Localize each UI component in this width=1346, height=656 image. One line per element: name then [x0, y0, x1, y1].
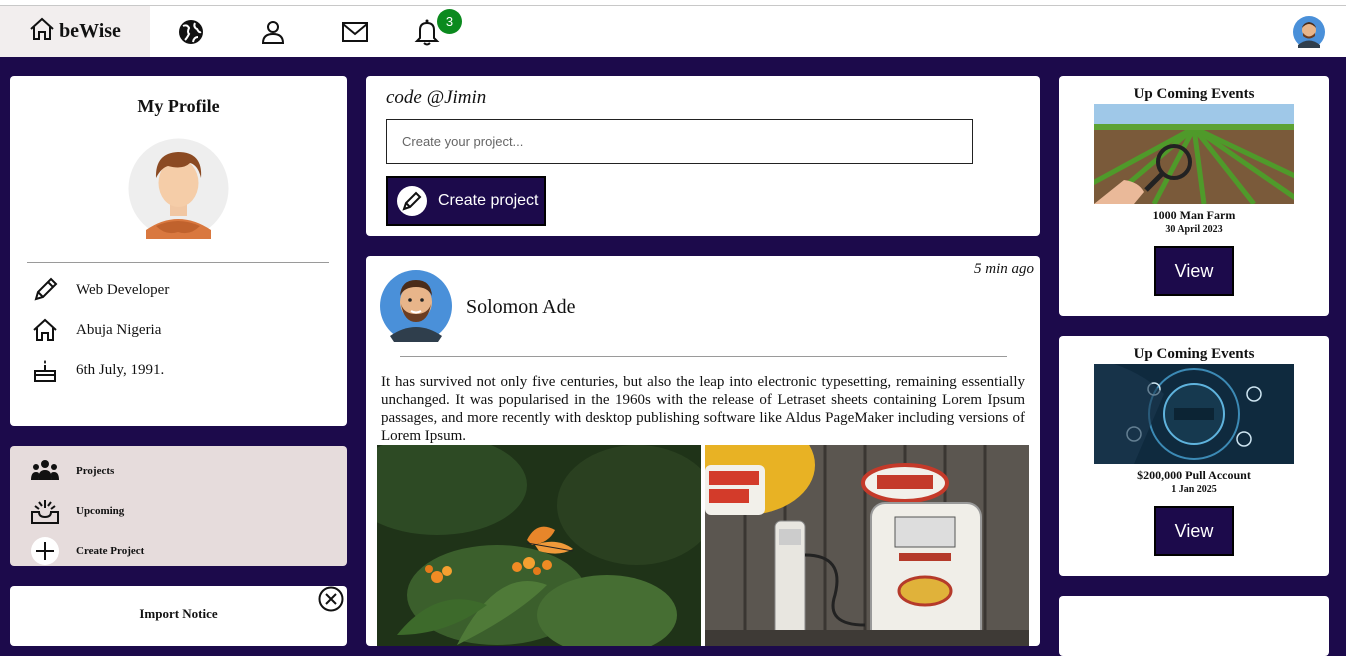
post-image-gas-pump[interactable]	[705, 445, 1029, 646]
post-timestamp: 5 min ago	[974, 261, 1034, 277]
user-avatar[interactable]	[1293, 16, 1325, 48]
cake-icon	[34, 360, 56, 382]
sidebar-item-projects[interactable]: Projects	[30, 456, 114, 486]
brand-label: beWise	[59, 20, 121, 42]
create-project-label: Create project	[438, 192, 539, 209]
profile-birthday: 6th July, 1991.	[32, 357, 164, 383]
profile-divider	[27, 262, 329, 263]
inbox-icon	[31, 500, 59, 524]
event-card-1: Up Coming Events 1000 Man Farm 30 April …	[1059, 76, 1329, 316]
post-author-name[interactable]: Solomon Ade	[466, 296, 575, 319]
event-heading: Up Coming Events	[1133, 86, 1255, 102]
notification-badge: 3	[437, 9, 462, 34]
post-card: 5 min ago Solomon Ade It has survived no…	[366, 256, 1040, 646]
profile-location-text: Abuja Nigeria	[76, 321, 162, 338]
event-card-3	[1059, 596, 1329, 656]
pencil-circle-icon	[397, 186, 427, 216]
event-date: 30 April 2023	[1165, 224, 1223, 235]
view-event-button[interactable]: View	[1154, 246, 1234, 296]
post-image-butterfly[interactable]	[377, 445, 701, 646]
sidebar-item-label: Projects	[76, 465, 115, 477]
sidebar-menu: Projects Upcoming Create Project	[10, 446, 347, 566]
profile-location: Abuja Nigeria	[32, 317, 161, 343]
event-name: $200,000 Pull Account	[1137, 468, 1251, 482]
pencil-icon	[34, 277, 58, 301]
notice-title: Import Notice	[139, 606, 218, 621]
home-icon	[33, 318, 57, 341]
post-body: It has survived not only five centuries,…	[381, 374, 1025, 444]
group-icon	[31, 460, 59, 480]
post-divider	[400, 356, 1007, 357]
user-icon[interactable]	[259, 18, 287, 46]
create-project-input[interactable]	[386, 119, 973, 164]
event-image-farm[interactable]	[1094, 104, 1294, 204]
event-name: 1000 Man Farm	[1152, 208, 1236, 222]
profile-title: My Profile	[137, 96, 220, 116]
globe-icon[interactable]	[177, 18, 205, 46]
profile-job-text: Web Developer	[76, 281, 170, 298]
brand-logo[interactable]: beWise	[0, 6, 150, 57]
sidebar-item-label: Create Project	[76, 545, 145, 557]
sidebar-item-upcoming[interactable]: Upcoming	[30, 496, 124, 526]
sidebar-item-label: Upcoming	[76, 505, 125, 517]
sidebar-item-create-project[interactable]: Create Project	[30, 536, 144, 566]
mail-icon[interactable]	[341, 18, 369, 46]
profile-card: My Profile Web Developer Abuja Nigeria 6…	[10, 76, 347, 426]
home-icon	[29, 17, 55, 46]
profile-birthday-text: 6th July, 1991.	[76, 361, 165, 378]
top-navbar: beWise 3	[0, 5, 1346, 57]
close-icon[interactable]	[318, 586, 344, 612]
profile-job: Web Developer	[32, 277, 169, 303]
import-notice-card: Import Notice	[10, 586, 347, 646]
event-card-2: Up Coming Events $200,000 Pull Account 1…	[1059, 336, 1329, 576]
plus-circle-icon	[31, 537, 59, 565]
view-event-button[interactable]: View	[1154, 506, 1234, 556]
event-image-forex[interactable]	[1094, 364, 1294, 464]
project-composer: code @Jimin Create project	[366, 76, 1040, 236]
profile-avatar	[128, 138, 229, 239]
event-date: 1 Jan 2025	[1171, 484, 1217, 495]
event-heading: Up Coming Events	[1133, 346, 1255, 362]
composer-username: code @Jimin	[386, 87, 487, 108]
create-project-button[interactable]: Create project	[386, 176, 546, 226]
post-author-avatar[interactable]	[380, 270, 452, 342]
